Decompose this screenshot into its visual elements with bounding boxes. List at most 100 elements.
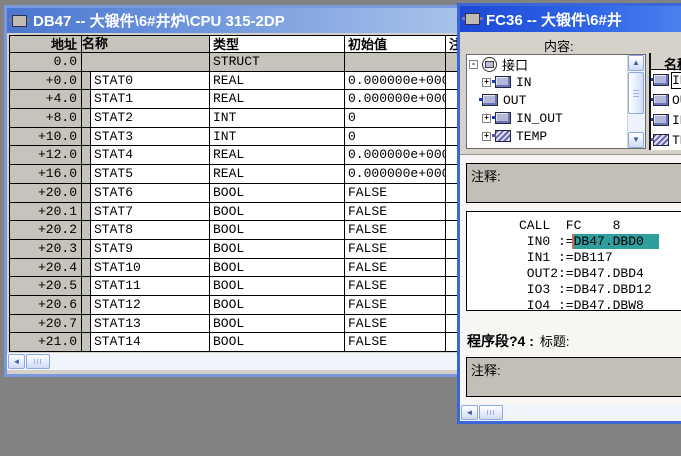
name-cell[interactable]: STAT1 [82, 90, 210, 109]
table-row[interactable]: +20.1 STAT7 BOOL FALSE [10, 203, 461, 222]
fc36-titlebar[interactable]: FC36 -- 大锻件\6#井 [460, 6, 681, 32]
scroll-up-button[interactable]: ▲ [628, 55, 644, 71]
address-cell[interactable]: +20.4 [10, 259, 82, 278]
address-cell[interactable]: +4.0 [10, 90, 82, 109]
tree-item[interactable]: + TEMP [467, 127, 645, 145]
scrollbar-thumb[interactable] [628, 72, 644, 114]
type-cell[interactable]: BOOL [210, 315, 345, 334]
table-row[interactable]: +20.4 STAT10 BOOL FALSE [10, 259, 461, 278]
initial-value-cell[interactable]: FALSE [345, 184, 446, 203]
table-row[interactable]: +21.0 STAT14 BOOL FALSE [10, 333, 461, 352]
db47-titlebar[interactable]: DB47 -- 大锻件\6#井炉\CPU 315-2DP [7, 8, 461, 33]
tree-item[interactable]: + IN_OUT [467, 109, 645, 127]
initial-value-cell[interactable] [345, 53, 446, 72]
address-cell[interactable]: +8.0 [10, 109, 82, 128]
fc-block-icon[interactable] [465, 13, 480, 25]
type-cell[interactable]: BOOL [210, 296, 345, 315]
initial-value-cell[interactable]: FALSE [345, 333, 446, 352]
type-cell[interactable]: BOOL [210, 184, 345, 203]
name-cell[interactable]: STAT2 [82, 109, 210, 128]
table-row[interactable]: +20.7 STAT13 BOOL FALSE [10, 315, 461, 334]
scroll-left-button[interactable]: ◄ [8, 354, 25, 369]
initial-value-cell[interactable]: 0 [345, 128, 446, 147]
name-cell[interactable]: STAT6 [82, 184, 210, 203]
initial-value-cell[interactable]: FALSE [345, 315, 446, 334]
initial-value-cell[interactable]: 0.000000e+000 [345, 165, 446, 184]
scrollbar-thumb[interactable] [479, 405, 503, 420]
name-cell[interactable]: STAT11 [82, 277, 210, 296]
initial-value-cell[interactable]: FALSE [345, 203, 446, 222]
name-cell[interactable] [82, 53, 210, 72]
table-row[interactable]: +20.3 STAT9 BOOL FALSE [10, 240, 461, 259]
address-cell[interactable]: +21.0 [10, 333, 82, 352]
name-cell[interactable]: STAT8 [82, 221, 210, 240]
address-cell[interactable]: +20.1 [10, 203, 82, 222]
address-cell[interactable]: +20.3 [10, 240, 82, 259]
table-row[interactable]: +8.0 STAT2 INT 0 [10, 109, 461, 128]
list-item[interactable]: IN_OUT [651, 110, 681, 130]
table-row[interactable]: +10.0 STAT3 INT 0 [10, 128, 461, 147]
scrollbar-thumb[interactable] [26, 354, 50, 369]
address-cell[interactable]: +16.0 [10, 165, 82, 184]
name-cell[interactable]: STAT7 [82, 203, 210, 222]
network-comment-box[interactable]: 注释: [466, 163, 681, 203]
type-cell[interactable]: REAL [210, 146, 345, 165]
stl-code-box[interactable]: CALL FC 8 IN0 :=DB47.DBD0 IN1 :=DB117 OU… [466, 211, 681, 311]
name-cell[interactable]: STAT3 [82, 128, 210, 147]
initial-value-cell[interactable]: FALSE [345, 296, 446, 315]
db-block-icon[interactable] [12, 15, 27, 27]
tree-item[interactable]: - 接口 [467, 55, 645, 73]
address-cell[interactable]: 0.0 [10, 53, 82, 72]
table-row[interactable]: +20.2 STAT8 BOOL FALSE [10, 221, 461, 240]
fc36-horizontal-scrollbar[interactable]: ◄ [460, 404, 681, 421]
table-row[interactable]: +0.0 STAT0 REAL 0.000000e+000 [10, 72, 461, 91]
table-row[interactable]: +20.0 STAT6 BOOL FALSE [10, 184, 461, 203]
scroll-down-button[interactable]: ▼ [628, 132, 644, 148]
tree-item[interactable]: OUT [467, 91, 645, 109]
table-row[interactable]: +20.6 STAT12 BOOL FALSE [10, 296, 461, 315]
name-cell[interactable]: STAT0 [82, 72, 210, 91]
tree-vertical-scrollbar[interactable]: ▲ ▼ [627, 55, 645, 148]
network-header[interactable]: 程序段?4 :标题: [467, 331, 570, 351]
name-cell[interactable]: STAT14 [82, 333, 210, 352]
name-cell[interactable]: STAT12 [82, 296, 210, 315]
type-cell[interactable]: BOOL [210, 277, 345, 296]
initial-value-cell[interactable]: 0.000000e+000 [345, 146, 446, 165]
tree-item[interactable]: + RETURN [467, 145, 645, 149]
table-row[interactable]: +4.0 STAT1 REAL 0.000000e+000 [10, 90, 461, 109]
type-cell[interactable]: REAL [210, 90, 345, 109]
address-cell[interactable]: +20.6 [10, 296, 82, 315]
type-cell[interactable]: BOOL [210, 203, 345, 222]
table-row[interactable]: +12.0 STAT4 REAL 0.000000e+000 [10, 146, 461, 165]
list-item[interactable]: IN [651, 70, 681, 90]
type-cell[interactable]: BOOL [210, 259, 345, 278]
initial-value-cell[interactable]: FALSE [345, 259, 446, 278]
type-cell[interactable]: INT [210, 109, 345, 128]
type-cell[interactable]: BOOL [210, 221, 345, 240]
table-row[interactable]: +20.5 STAT11 BOOL FALSE [10, 277, 461, 296]
tree-expander-toggle[interactable]: - [469, 60, 478, 69]
type-cell[interactable]: STRUCT [210, 53, 345, 72]
address-cell[interactable]: +12.0 [10, 146, 82, 165]
type-cell[interactable]: REAL [210, 72, 345, 91]
address-cell[interactable]: +20.5 [10, 277, 82, 296]
address-cell[interactable]: +20.0 [10, 184, 82, 203]
type-cell[interactable]: INT [210, 128, 345, 147]
name-cell[interactable]: STAT9 [82, 240, 210, 259]
initial-value-cell[interactable]: 0.000000e+000 [345, 90, 446, 109]
initial-value-cell[interactable]: FALSE [345, 240, 446, 259]
address-cell[interactable]: +20.7 [10, 315, 82, 334]
tree-expander-toggle[interactable]: + [482, 132, 491, 141]
name-cell[interactable]: STAT10 [82, 259, 210, 278]
scroll-left-button[interactable]: ◄ [461, 405, 478, 420]
initial-value-cell[interactable]: FALSE [345, 277, 446, 296]
address-cell[interactable]: +0.0 [10, 72, 82, 91]
list-item[interactable]: TEMP [651, 130, 681, 150]
address-cell[interactable]: +10.0 [10, 128, 82, 147]
name-cell[interactable]: STAT5 [82, 165, 210, 184]
network-comment-box-2[interactable]: 注释: [466, 357, 681, 397]
name-cell[interactable]: STAT4 [82, 146, 210, 165]
initial-value-cell[interactable]: FALSE [345, 221, 446, 240]
address-cell[interactable]: +20.2 [10, 221, 82, 240]
list-item[interactable]: OUT [651, 90, 681, 110]
